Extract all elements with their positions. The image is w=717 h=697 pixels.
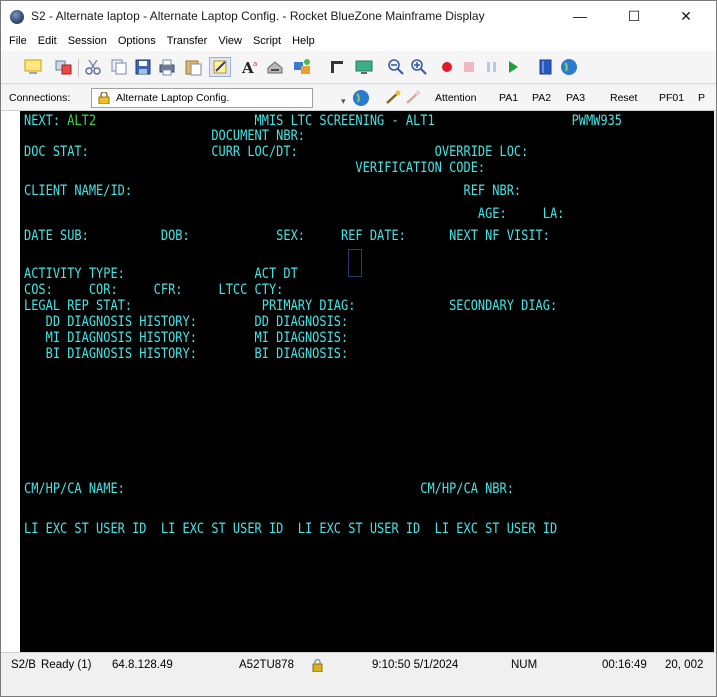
toolbar: Aa xyxy=(1,51,716,84)
menu-session[interactable]: Session xyxy=(68,35,107,47)
zoom-out-icon[interactable] xyxy=(386,58,406,76)
legal-rep-line: LEGAL REP STAT: PRIMARY DIAG: SECONDARY … xyxy=(24,297,558,314)
menu-help[interactable]: Help xyxy=(292,35,315,47)
cut-icon[interactable] xyxy=(83,58,103,76)
status-bar: S2/B Ready (1) 64.8.128.49 A52TU878 9:10… xyxy=(1,652,716,696)
menu-file[interactable]: File xyxy=(9,35,27,47)
connections-bar: Connections: Alternate Laptop Config. ▾ … xyxy=(1,85,716,111)
receive-icon[interactable] xyxy=(354,58,374,76)
cursor-position: 20, 002 xyxy=(665,659,704,671)
connections-label: Connections: xyxy=(9,92,71,104)
pa2-key[interactable]: PA2 xyxy=(532,92,551,104)
sex-input-field[interactable] xyxy=(348,249,362,277)
pause-icon[interactable] xyxy=(482,58,502,76)
stop-icon[interactable] xyxy=(459,58,479,76)
pa3-key[interactable]: PA3 xyxy=(566,92,585,104)
chevron-down-icon[interactable]: ▾ xyxy=(341,96,346,107)
host-ip: 64.8.128.49 xyxy=(112,659,173,671)
printer-icon[interactable] xyxy=(265,58,285,76)
terminal-screen[interactable]: NEXT: ALT2 MMIS LTC SCREENING - ALT1 PWM… xyxy=(20,111,714,652)
macro-disabled-icon[interactable] xyxy=(404,90,422,106)
globe-icon[interactable] xyxy=(559,58,579,76)
num-lock-indicator: NUM xyxy=(511,659,538,671)
font-icon[interactable]: Aa xyxy=(240,58,260,76)
globe-icon[interactable] xyxy=(352,89,370,107)
screen-id: PWMW935 xyxy=(571,112,623,129)
close-button[interactable]: ✕ xyxy=(663,1,709,31)
transfer-icon[interactable] xyxy=(292,58,312,76)
pa1-key[interactable]: PA1 xyxy=(499,92,518,104)
pf01-key[interactable]: PF01 xyxy=(659,92,684,104)
elapsed-time: 00:16:49 xyxy=(602,659,647,671)
menu-options[interactable]: Options xyxy=(118,35,156,47)
activity-type-line: ACTIVITY TYPE: ACT DT xyxy=(24,265,298,282)
menu-script[interactable]: Script xyxy=(253,35,281,47)
terminal-id: A52TU878 xyxy=(239,659,294,671)
client-name-line: CLIENT NAME/ID: REF NBR: xyxy=(24,182,522,199)
play-icon[interactable] xyxy=(503,58,523,76)
maximize-button[interactable]: ☐ xyxy=(611,1,657,31)
dd-diagnosis-line: DD DIAGNOSIS HISTORY: DD DIAGNOSIS: xyxy=(24,313,349,330)
date-time: 9:10:50 5/1/2024 xyxy=(372,659,459,671)
title-bar: S2 - Alternate laptop - Alternate Laptop… xyxy=(1,1,716,31)
app-icon xyxy=(10,10,24,24)
macro-icon[interactable] xyxy=(384,90,402,106)
bluezone-window: S2 - Alternate laptop - Alternate Laptop… xyxy=(0,0,717,697)
lock-icon xyxy=(312,658,323,672)
verification-line: VERIFICATION CODE: xyxy=(24,159,486,176)
print-icon[interactable] xyxy=(157,58,177,76)
save-icon[interactable] xyxy=(133,58,153,76)
left-gutter xyxy=(1,111,20,652)
attention-key[interactable]: Attention xyxy=(435,92,476,104)
connect-icon[interactable] xyxy=(53,58,73,76)
bi-diagnosis-line: BI DIAGNOSIS HISTORY: BI DIAGNOSIS: xyxy=(24,345,349,362)
zoom-in-icon[interactable] xyxy=(409,58,429,76)
doc-stat-line: DOC STAT: CURR LOC/DT: OVERRIDE LOC: xyxy=(24,143,529,160)
toolbar-separator xyxy=(78,59,79,77)
pf02-key-partial[interactable]: P xyxy=(698,92,705,104)
session-id: S2/B xyxy=(11,659,36,671)
minimize-button[interactable]: — xyxy=(557,1,603,31)
connections-selected: Alternate Laptop Config. xyxy=(116,92,230,104)
cm-hp-ca-line: CM/HP/CA NAME: CM/HP/CA NBR: xyxy=(24,480,514,497)
copy-icon[interactable] xyxy=(109,58,129,76)
menu-edit[interactable]: Edit xyxy=(38,35,57,47)
book-icon[interactable] xyxy=(536,58,556,76)
date-sub-line: DATE SUB: DOB: SEX: REF DATE: NEXT NF VI… xyxy=(24,227,550,244)
menu-view[interactable]: View xyxy=(218,35,242,47)
lock-icon xyxy=(98,92,110,104)
session-state: Ready (1) xyxy=(41,659,92,671)
new-session-icon[interactable] xyxy=(23,58,43,76)
svg-text:a: a xyxy=(253,60,257,68)
menu-transfer[interactable]: Transfer xyxy=(167,35,208,47)
paste-icon[interactable] xyxy=(183,58,203,76)
document-nbr-line: DOCUMENT NBR: xyxy=(24,127,305,144)
cos-line: COS: COR: CFR: LTCC CTY: xyxy=(24,281,284,298)
reset-key[interactable]: Reset xyxy=(610,92,637,104)
record-icon[interactable] xyxy=(437,58,457,76)
age-line: AGE: LA: xyxy=(24,205,565,222)
edit-icon[interactable] xyxy=(209,57,231,77)
user-id-header-line: LI EXC ST USER ID LI EXC ST USER ID LI E… xyxy=(24,520,558,537)
send-icon[interactable] xyxy=(327,58,347,76)
window-title: S2 - Alternate laptop - Alternate Laptop… xyxy=(31,9,485,23)
mi-diagnosis-line: MI DIAGNOSIS HISTORY: MI DIAGNOSIS: xyxy=(24,329,349,346)
connections-dropdown[interactable]: Alternate Laptop Config. xyxy=(91,88,313,108)
menu-bar: File Edit Session Options Transfer View … xyxy=(1,31,716,51)
